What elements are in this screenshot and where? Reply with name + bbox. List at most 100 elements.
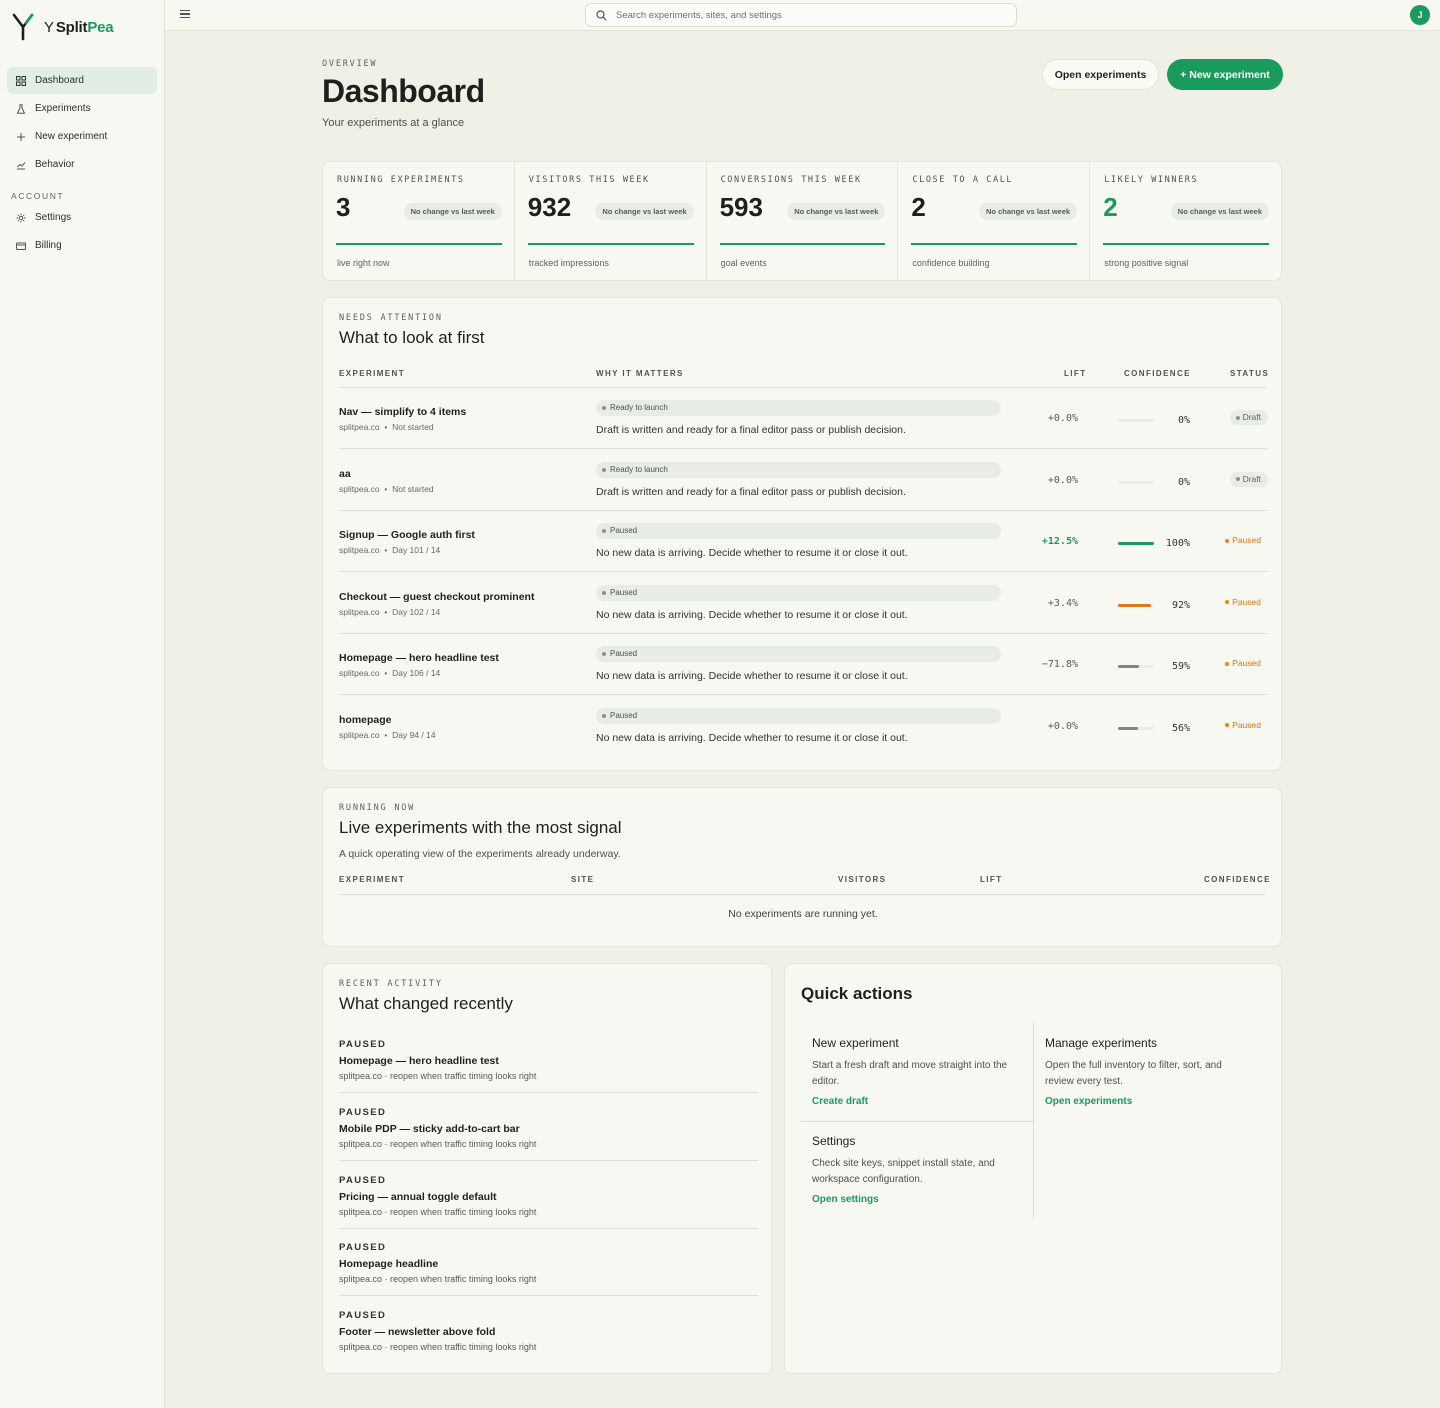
activity-item[interactable]: PAUSED Footer — newsletter above fold spli… (339, 1296, 758, 1364)
menu-icon[interactable] (180, 10, 190, 19)
stat-badge: No change vs last week (1170, 203, 1269, 220)
column-header-status[interactable]: STATUS (1230, 369, 1269, 378)
stat-visitors: VISITORS THIS WEEK 932 No change vs last… (515, 162, 707, 280)
column-header-site[interactable]: SITE (571, 875, 594, 884)
experiment-name[interactable]: aa (339, 468, 351, 480)
column-header-lift[interactable]: LIFT (980, 875, 1002, 884)
confidence-bar (1118, 726, 1154, 730)
section-eyebrow: RECENT ACTIVITY (339, 979, 443, 989)
create-draft-link[interactable]: Create draft (812, 1096, 1017, 1107)
open-experiments-link[interactable]: Open experiments (1045, 1096, 1250, 1107)
table-row[interactable]: Nav — simplify to 4 items splitpea.co • N… (339, 388, 1268, 449)
activity-item[interactable]: PAUSED Mobile PDP — sticky add-to-cart ba… (339, 1093, 758, 1161)
activity-title: Footer — newsletter above fold (339, 1326, 496, 1339)
sidebar-nav: Dashboard Experiments New experiment Beh… (7, 67, 157, 260)
section-title: What to look at first (339, 328, 485, 347)
page-subtitle: Your experiments at a glance (322, 117, 465, 129)
chart-icon (16, 160, 26, 170)
sidebar-item-experiments[interactable]: Experiments (7, 95, 157, 122)
new-experiment-button[interactable]: + New experiment (1167, 59, 1283, 90)
activity-item[interactable]: PAUSED Homepage headline splitpea.co · reo… (339, 1228, 758, 1297)
search-input[interactable] (616, 9, 996, 21)
activity-meta: splitpea.co · reopen when traffic timing… (339, 1206, 537, 1217)
column-header-confidence[interactable]: CONFIDENCE (1124, 369, 1191, 378)
experiment-meta: splitpea.co • Not started (339, 483, 434, 494)
reason-pill: Ready to launch (596, 461, 1001, 478)
experiment-name[interactable]: Homepage — hero headline test (339, 652, 499, 664)
experiment-meta: splitpea.co • Day 106 / 14 (339, 668, 441, 678)
activity-title: Mobile PDP — sticky add-to-cart bar (339, 1122, 520, 1135)
experiment-name[interactable]: homepage (339, 714, 392, 726)
brand-name: Y Split Pea (44, 18, 114, 36)
section-title: Quick actions (801, 984, 913, 1003)
needs-attention-card: NEEDS ATTENTION What to look at first EX… (322, 297, 1282, 771)
table-row[interactable]: Homepage — hero headline test splitpea.co… (339, 634, 1268, 695)
quick-action-title: Manage experiments (1045, 1036, 1158, 1050)
experiment-name[interactable]: Nav — simplify to 4 items (339, 406, 466, 418)
quick-action-manage: Manage experiments Open the full invento… (1045, 1036, 1250, 1107)
search-box[interactable] (585, 3, 1017, 27)
table-row[interactable]: homepage splitpea.co • Day 94 / 14 Paused N… (339, 696, 1268, 757)
experiment-progress: Day 94 / 14 (392, 729, 436, 740)
reason-detail: Draft is written and ready for a final e… (596, 424, 906, 436)
table-row[interactable]: Signup — Google auth first splitpea.co • … (339, 511, 1268, 572)
sidebar-item-label: Experiments (35, 103, 91, 114)
quick-action-desc: Start a fresh draft and move straight in… (812, 1060, 1008, 1087)
reason-detail: No new data is arriving. Decide whether … (596, 608, 908, 621)
quick-actions-divider (1033, 1022, 1034, 1219)
column-header-experiment[interactable]: EXPERIMENT (339, 369, 405, 378)
sidebar-item-billing[interactable]: Billing (7, 232, 157, 259)
open-settings-link[interactable]: Open settings (812, 1194, 1017, 1205)
confidence-bar (1118, 542, 1154, 545)
quick-action-settings: Settings Check site keys, snippet instal… (812, 1134, 1017, 1205)
table-row[interactable]: Checkout — guest checkout prominent split… (339, 573, 1268, 634)
sidebar-item-behavior[interactable]: Behavior (7, 151, 157, 178)
activity-item[interactable]: PAUSED Pricing — annual toggle default spl… (339, 1161, 758, 1229)
experiment-meta: splitpea.co • Day 101 / 14 (339, 545, 441, 555)
column-header-confidence[interactable]: CONFIDENCE (1204, 875, 1271, 884)
stat-divider (1103, 243, 1269, 245)
reason-detail: No new data is arriving. Decide whether … (596, 731, 908, 744)
splitpea-logo-icon (12, 13, 34, 41)
stat-label: LIKELY WINNERS (1104, 175, 1199, 185)
stat-badge: No change vs last week (978, 203, 1078, 220)
section-subtitle: A quick operating view of the experiment… (339, 848, 621, 860)
plus-icon (16, 132, 26, 142)
quick-action-title: Settings (812, 1134, 856, 1148)
sidebar-item-new-experiment[interactable]: New experiment (7, 123, 157, 150)
reason-pill: Paused (596, 646, 1001, 662)
stat-divider (911, 243, 1078, 245)
table-row[interactable]: aa splitpea.co • Not started Ready to laun… (339, 450, 1268, 511)
column-header-visitors[interactable]: VISITORS (838, 875, 886, 884)
section-title: Live experiments with the most signal (339, 818, 622, 837)
brand-logo[interactable]: Y Split Pea (12, 12, 114, 42)
avatar[interactable]: J (1410, 5, 1430, 25)
confidence-bar-fill (1118, 603, 1152, 607)
reason-detail: No new data is arriving. Decide whether … (596, 670, 908, 682)
experiment-site: splitpea.co (339, 729, 380, 740)
page-title: Dashboard (322, 73, 485, 109)
activity-item[interactable]: PAUSED Homepage — hero headline test split… (339, 1025, 758, 1093)
open-experiments-button[interactable]: Open experiments (1042, 59, 1159, 90)
sidebar: Y Split Pea Dashboard Experiments New expe… (0, 0, 165, 1408)
lift-value: +0.0% (1047, 474, 1078, 486)
confidence-bar (1118, 665, 1154, 668)
sidebar-item-settings[interactable]: Settings (7, 204, 157, 231)
lift-value: +0.0% (1047, 413, 1078, 424)
column-header-why[interactable]: WHY IT MATTERS (596, 369, 684, 378)
experiment-name[interactable]: Checkout — guest checkout prominent (339, 591, 534, 603)
column-header-experiment[interactable]: EXPERIMENT (339, 875, 405, 884)
experiment-name[interactable]: Signup — Google auth first (339, 529, 475, 541)
stat-value: 932 (527, 192, 572, 222)
running-now-card: RUNNING NOW Live experiments with the mo… (322, 787, 1282, 947)
experiment-progress: Day 101 / 14 (392, 545, 441, 555)
stat-badge: No change vs last week (595, 203, 694, 220)
confidence-value: 0% (1177, 415, 1190, 426)
activity-meta: splitpea.co · reopen when traffic timing… (339, 1274, 537, 1285)
activity-kind: PAUSED (339, 1310, 387, 1322)
activity-kind: PAUSED (339, 1242, 387, 1254)
sidebar-item-dashboard[interactable]: Dashboard (7, 67, 157, 94)
confidence-value: 56% (1171, 722, 1190, 734)
stat-value: 593 (719, 192, 763, 222)
column-header-lift[interactable]: LIFT (1064, 369, 1086, 378)
